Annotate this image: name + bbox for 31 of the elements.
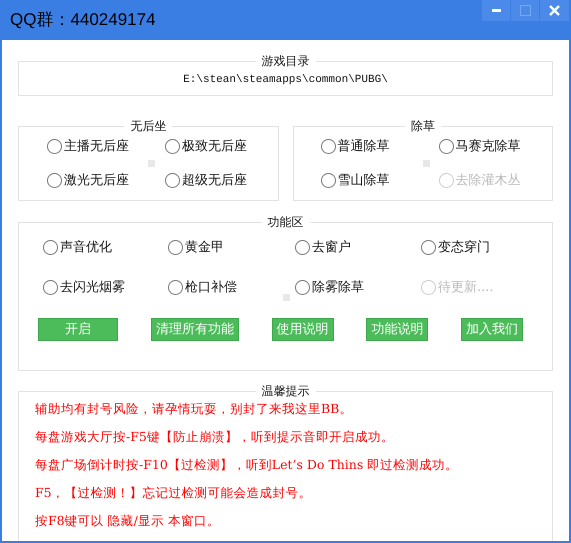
group-title: 除草 <box>404 118 441 134</box>
group-title: 无后坐 <box>124 118 172 134</box>
tip-text: 按F8键可以 隐藏/显示 本窗口。 <box>35 512 221 530</box>
group-title: 温馨提示 <box>256 383 316 399</box>
radio-option[interactable]: 变态穿门 <box>421 238 541 258</box>
minimize-button[interactable] <box>482 0 510 21</box>
radio-option[interactable]: 激光无后座 <box>47 170 165 190</box>
radio-option[interactable]: 马赛克除草 <box>438 137 558 156</box>
radio-option[interactable]: 去闪光烟雾 <box>43 278 168 297</box>
tip-text: F5，【过检测！】忘记过检测可能会造成封号。 <box>35 484 313 502</box>
radio-option[interactable]: 黄金甲 <box>168 238 295 258</box>
tip-text: 辅助均有封号风险，请孕情玩耍，别封了来我这里BB。 <box>35 400 354 418</box>
radio-option[interactable]: 枪口补偿 <box>168 278 295 297</box>
radio-option[interactable]: 普通除草 <box>320 137 438 156</box>
radio-option[interactable]: 去窗户 <box>295 238 421 258</box>
close-button[interactable] <box>540 0 569 21</box>
window-title: QQ群：440249174 <box>9 9 156 31</box>
radio-option[interactable]: 主播无后座 <box>47 137 165 156</box>
maximize-icon <box>520 5 530 16</box>
radio-option[interactable]: 超级无后座 <box>165 170 285 190</box>
close-icon <box>549 5 560 16</box>
radio-option[interactable]: 除雾除草 <box>295 278 421 297</box>
game-path: E:\stean\steamapps\common\PUBG\ <box>182 73 389 88</box>
radio-option[interactable]: 极致无后座 <box>165 137 285 156</box>
group-title: 游戏目录 <box>256 53 316 69</box>
radio-option[interactable]: 声音优化 <box>43 238 168 258</box>
radio-option[interactable]: 雪山除草 <box>320 170 438 190</box>
group-title: 功能区 <box>262 214 310 230</box>
tip-text: 每盘游戏大厅按-F5键【防止崩溃】，听到提示音即开启成功。 <box>35 428 395 446</box>
tip-text: 每盘广场倒计时按-F10【过检测】，听到Let’s Do Thins 即过检测成功。 <box>35 456 460 474</box>
minimize-icon <box>492 9 500 12</box>
